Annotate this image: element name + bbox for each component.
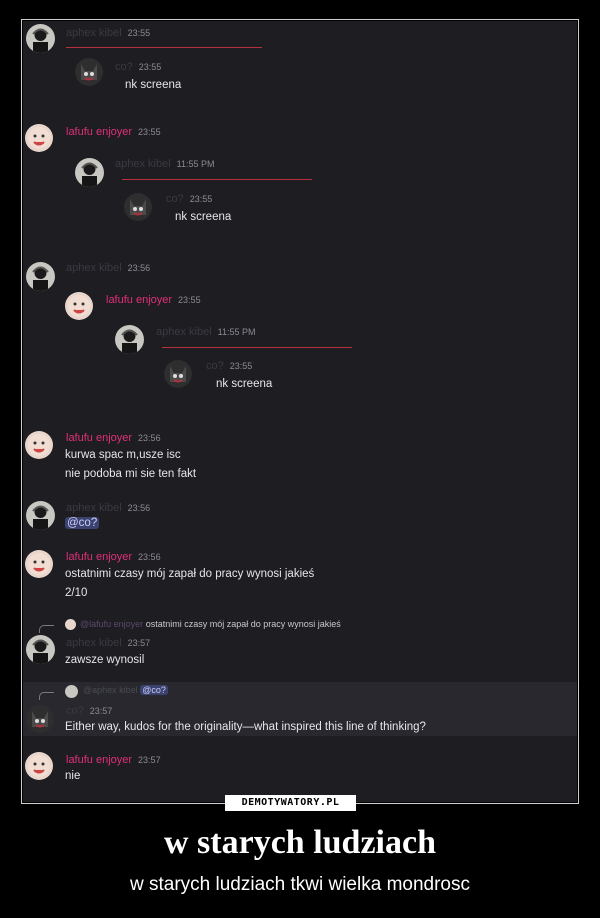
timestamp: 11:55 PM: [217, 327, 256, 337]
timestamp: 23:57: [127, 638, 151, 648]
reply-connector: [39, 692, 54, 700]
author-name-text[interactable]: lafufu enjoyer: [106, 294, 172, 306]
avatar-lafufu-icon[interactable]: [25, 431, 53, 459]
author-name-text[interactable]: aphex kibel: [66, 262, 122, 274]
author-name: lafufu enjoyer 23:55: [66, 126, 161, 139]
avatar-lafufu-icon[interactable]: [25, 550, 53, 578]
message-text: zawsze wynosil: [65, 654, 145, 666]
author-name-text[interactable]: co?: [115, 61, 133, 73]
author-name-text[interactable]: lafufu enjoyer: [66, 754, 132, 766]
reply-avatar-aphex-icon: [65, 685, 78, 698]
author-name: lafufu enjoyer 23:57: [66, 754, 161, 767]
author-name-text[interactable]: aphex kibel: [115, 158, 171, 170]
timestamp: 23:55: [189, 194, 213, 204]
author-name-text[interactable]: co?: [66, 705, 84, 717]
message-text: nk screena: [125, 79, 182, 91]
author-name: aphex kibel 23:57: [66, 637, 150, 650]
timestamp: 23:56: [127, 263, 151, 273]
timestamp: 23:57: [138, 755, 161, 765]
avatar-co-icon[interactable]: [124, 193, 152, 221]
reply-avatar-lafufu-icon: [65, 619, 76, 630]
caption-title: w starych ludziach: [164, 824, 436, 861]
author-name-text[interactable]: aphex kibel: [66, 502, 122, 514]
author-name: lafufu enjoyer 23:55: [106, 294, 201, 307]
author-name-text[interactable]: co?: [166, 193, 184, 205]
reply-preview[interactable]: @lafufu enjoyer ostatnimi czasy mój zapa…: [80, 619, 341, 629]
timestamp: 23:55: [127, 28, 151, 38]
reply-name: @lafufu enjoyer: [80, 619, 144, 629]
author-name: aphex kibel 11:55 PM: [156, 326, 256, 339]
message-text: kurwa spac m,usze isc: [65, 449, 181, 461]
author-name: co? 23:57: [66, 705, 112, 718]
author-name: aphex kibel 23:56: [66, 502, 150, 515]
timestamp: 23:57: [89, 706, 113, 716]
author-name-text[interactable]: aphex kibel: [156, 326, 212, 338]
avatar-aphex-icon[interactable]: [26, 262, 55, 291]
author-name-text[interactable]: lafufu enjoyer: [66, 432, 132, 444]
user-mention[interactable]: @co?: [65, 517, 100, 529]
avatar-co-icon[interactable]: [75, 58, 103, 86]
reply-name: @aphex kibel: [83, 685, 138, 695]
author-name: lafufu enjoyer 23:56: [66, 432, 161, 445]
divider-line: [122, 179, 312, 180]
divider-line: [66, 47, 262, 48]
avatar-aphex-icon[interactable]: [26, 24, 55, 53]
author-name-text[interactable]: aphex kibel: [66, 637, 122, 649]
timestamp: 23:56: [138, 433, 161, 443]
avatar-co-icon[interactable]: [164, 360, 192, 388]
author-name: lafufu enjoyer 23:56: [66, 551, 161, 564]
timestamp: 11:55 PM: [176, 159, 215, 169]
timestamp: 23:55: [138, 127, 161, 137]
reply-preview[interactable]: @aphex kibel @co?: [83, 685, 168, 695]
timestamp: 23:55: [178, 295, 201, 305]
author-name-text[interactable]: lafufu enjoyer: [66, 126, 132, 138]
reply-text: ostatnimi czasy mój zapał do pracy wynos…: [145, 619, 341, 629]
avatar-aphex-icon[interactable]: [26, 501, 55, 530]
chat-screenshot: aphex kibel 23:55 co? 23:55 nk screena laf…: [23, 21, 577, 802]
author-name: co? 23:55: [166, 193, 212, 206]
message-text: ostatnimi czasy mój zapał do pracy wynos…: [65, 568, 315, 580]
author-name: aphex kibel 11:55 PM: [115, 158, 215, 171]
author-name: co? 23:55: [115, 61, 161, 74]
message-text: nk screena: [216, 378, 273, 390]
message-text: 2/10: [65, 587, 88, 599]
message-text: nie podoba mi sie ten fakt: [65, 468, 197, 480]
timestamp: 23:55: [138, 62, 162, 72]
caption-subtitle: w starych ludziach tkwi wielka mondrosc: [129, 874, 470, 895]
author-name-text[interactable]: co?: [206, 360, 224, 372]
timestamp: 23:55: [229, 361, 253, 371]
watermark-badge: DEMOTYWATORY.PL: [225, 795, 356, 811]
timestamp: 23:56: [138, 552, 161, 562]
author-name: co? 23:55: [206, 360, 252, 373]
avatar-lafufu-icon[interactable]: [25, 752, 53, 780]
timestamp: 23:56: [127, 503, 151, 513]
author-name: aphex kibel 23:55: [66, 27, 150, 40]
message-text: Either way, kudos for the originality—wh…: [65, 721, 426, 733]
avatar-lafufu-icon[interactable]: [25, 124, 53, 152]
reply-text: @co?: [140, 685, 168, 695]
avatar-aphex-icon[interactable]: [115, 325, 144, 354]
avatar-co-icon[interactable]: [26, 705, 54, 733]
avatar-lafufu-icon[interactable]: [65, 292, 93, 320]
author-name-text[interactable]: aphex kibel: [66, 27, 122, 39]
avatar-aphex-icon[interactable]: [75, 158, 104, 187]
reply-connector: [39, 625, 54, 633]
message-text: nie: [65, 770, 81, 782]
message-text: nk screena: [175, 211, 232, 223]
divider-line: [162, 347, 352, 348]
author-name: aphex kibel 23:56: [66, 262, 150, 275]
avatar-aphex-icon[interactable]: [26, 635, 55, 664]
author-name-text[interactable]: lafufu enjoyer: [66, 551, 132, 563]
